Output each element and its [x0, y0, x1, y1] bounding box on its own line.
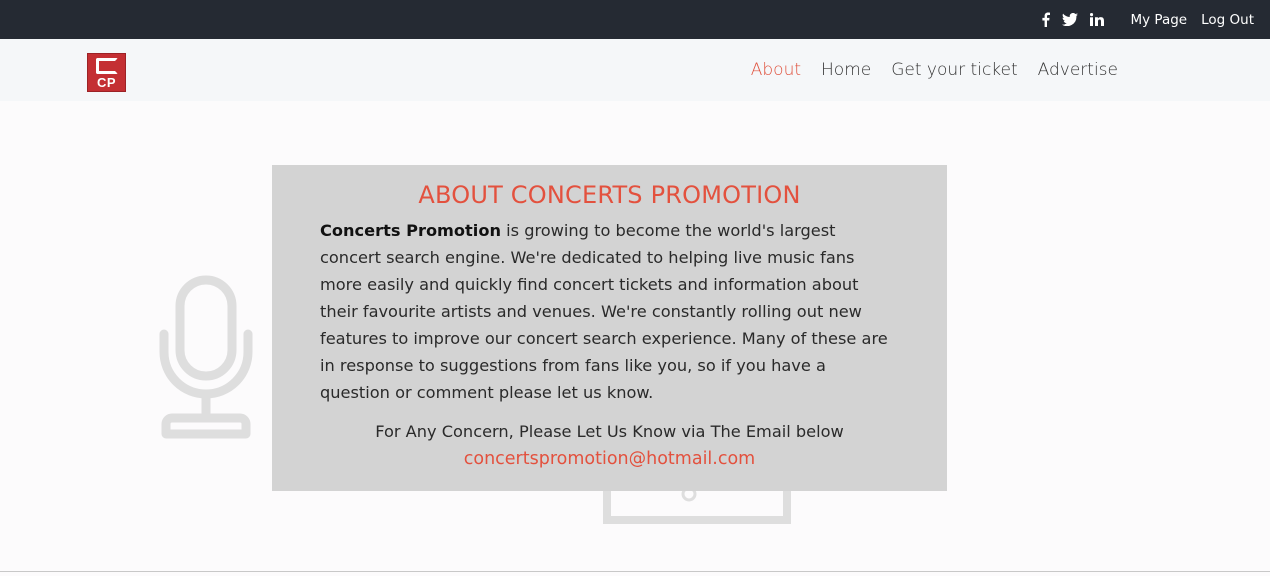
top-bar: My Page Log Out — [0, 0, 1270, 39]
contact-email-link[interactable]: concertspromotion@hotmail.com — [320, 445, 899, 473]
brand-name: Concerts Promotion — [320, 221, 501, 240]
linkedin-icon[interactable] — [1090, 13, 1105, 26]
about-title: ABOUT CONCERTS PROMOTION — [418, 181, 801, 209]
nav-about[interactable]: About — [751, 60, 801, 80]
bottom-divider — [0, 571, 1270, 572]
about-card: ABOUT CONCERTS PROMOTION Concerts Promot… — [272, 165, 947, 491]
my-page-link[interactable]: My Page — [1130, 12, 1187, 28]
logo-lettering: CP — [96, 75, 117, 90]
main-navbar: CP About Home Get your ticket Advertise — [0, 39, 1270, 101]
nav-home[interactable]: Home — [821, 60, 871, 80]
nav-get-ticket[interactable]: Get your ticket — [891, 60, 1017, 80]
microphone-icon — [159, 275, 253, 439]
about-text: is growing to become the world's largest… — [320, 221, 888, 402]
nav-advertise[interactable]: Advertise — [1038, 60, 1118, 80]
logo-c-mark — [96, 58, 118, 74]
nav-links: About Home Get your ticket Advertise — [751, 39, 1118, 101]
cp-logo[interactable]: CP — [87, 53, 126, 92]
logout-link[interactable]: Log Out — [1201, 12, 1254, 28]
contact-text: For Any Concern, Please Let Us Know via … — [375, 422, 844, 441]
about-description: Concerts Promotion is growing to become … — [320, 217, 899, 406]
facebook-icon[interactable] — [1041, 12, 1051, 27]
social-links — [1041, 12, 1105, 27]
twitter-icon[interactable] — [1062, 13, 1079, 26]
